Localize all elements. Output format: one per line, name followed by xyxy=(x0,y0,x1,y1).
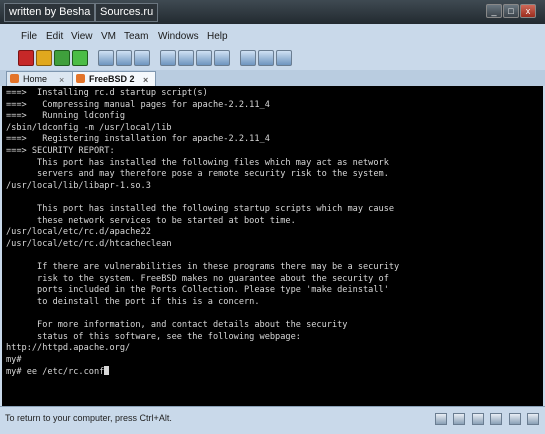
menu-help[interactable]: Help xyxy=(207,31,228,42)
terminal-line: /usr/local/etc/rc.d/htcacheclean xyxy=(6,238,172,249)
tab-home[interactable]: Home × xyxy=(6,71,74,86)
text-cursor xyxy=(104,366,110,376)
tab-freebsd-close-icon[interactable]: × xyxy=(143,73,148,87)
close-button[interactable]: x xyxy=(520,4,536,18)
menu-vm[interactable]: VM xyxy=(101,31,116,42)
terminal-line: risk to the system. FreeBSD makes no gua… xyxy=(6,273,389,284)
terminal-line: to deinstall the port if this is a conce… xyxy=(6,296,260,307)
terminal-line: my# xyxy=(6,354,22,365)
vm-console[interactable]: ===> Installing rc.d startup script(s) ==… xyxy=(2,86,543,406)
terminal-line: /usr/local/etc/rc.d/apache22 xyxy=(6,227,151,238)
unity-icon[interactable] xyxy=(258,50,274,66)
tab-bar: Home × FreeBSD 2 × xyxy=(0,70,545,86)
cd-drive-icon[interactable] xyxy=(453,413,466,425)
device-icons xyxy=(433,412,539,430)
summary-view-icon[interactable] xyxy=(196,50,212,66)
power-on-icon[interactable] xyxy=(54,50,70,66)
terminal-line: For more information, and contact detail… xyxy=(6,320,348,330)
terminal-line: This port has installed the following st… xyxy=(6,204,395,214)
terminal-line: ===> Installing rc.d startup script(s) xyxy=(6,88,208,98)
terminal-line: http://httpd.apache.org/ xyxy=(6,343,131,354)
revert-snapshot-icon[interactable] xyxy=(116,50,132,66)
menu-file[interactable]: File xyxy=(21,31,37,42)
vmware-window: File Edit View VM Team Windows Help Home… xyxy=(0,24,545,434)
tab-home-label: Home xyxy=(23,74,48,84)
terminal-line: /usr/local/lib/libapr-1.so.3 xyxy=(6,180,151,191)
watermark-source: Sources.ru xyxy=(95,3,159,22)
usb-icon[interactable] xyxy=(490,413,503,425)
tab-home-close-icon[interactable]: × xyxy=(59,73,64,87)
status-bar: To return to your computer, press Ctrl+A… xyxy=(0,406,545,434)
terminal-line: my# ee /etc/rc.conf xyxy=(6,366,110,377)
reset-icon[interactable] xyxy=(72,50,88,66)
fit-window-icon[interactable] xyxy=(276,50,292,66)
appliance-view-icon[interactable] xyxy=(240,50,256,66)
minimize-button[interactable]: _ xyxy=(486,4,502,18)
terminal-line: ===> Compressing manual pages for apache… xyxy=(6,99,270,110)
toolbar xyxy=(0,46,545,70)
status-text: To return to your computer, press Ctrl+A… xyxy=(5,413,172,423)
menu-team[interactable]: Team xyxy=(124,31,148,42)
terminal-line: This port has installed the following fi… xyxy=(6,157,389,168)
terminal-line: these network services to be started at … xyxy=(6,215,296,226)
window-title-bar: written by Besha Sources.ru _ □ x xyxy=(0,0,545,24)
menu-edit[interactable]: Edit xyxy=(46,31,63,42)
full-screen-icon[interactable] xyxy=(160,50,176,66)
tab-freebsd[interactable]: FreeBSD 2 × xyxy=(72,71,156,86)
menu-bar: File Edit View VM Team Windows Help xyxy=(0,28,545,46)
terminal-line: ports included in the Ports Collection. … xyxy=(6,285,389,296)
quick-switch-icon[interactable] xyxy=(178,50,194,66)
terminal-line: ===> Registering installation for apache… xyxy=(6,134,270,145)
tab-freebsd-label: FreeBSD 2 xyxy=(89,74,135,84)
snapshot-icon[interactable] xyxy=(98,50,114,66)
console-view-icon[interactable] xyxy=(214,50,230,66)
terminal-line: status of this software, see the followi… xyxy=(6,331,301,342)
home-icon xyxy=(10,74,19,83)
terminal-line: servers and may therefore pose a remote … xyxy=(6,169,389,180)
network-icon[interactable] xyxy=(471,413,484,425)
menu-view[interactable]: View xyxy=(71,31,93,42)
terminal-line: ===> Running ldconfig xyxy=(6,111,125,122)
menu-windows[interactable]: Windows xyxy=(158,31,199,42)
suspend-icon[interactable] xyxy=(36,50,52,66)
terminal-line: /sbin/ldconfig -m /usr/local/lib xyxy=(6,122,172,133)
vm-icon xyxy=(76,74,85,83)
terminal-line: If there are vulnerabilities in these pr… xyxy=(6,262,400,272)
sound-icon[interactable] xyxy=(508,413,521,425)
hard-disk-icon[interactable] xyxy=(434,413,447,425)
maximize-button[interactable]: □ xyxy=(503,4,519,18)
terminal-line: ===> SECURITY REPORT: xyxy=(6,146,115,156)
message-icon[interactable] xyxy=(527,413,539,425)
watermark-author: written by Besha xyxy=(4,3,96,22)
snapshot-manager-icon[interactable] xyxy=(134,50,150,66)
power-off-icon[interactable] xyxy=(18,50,34,66)
